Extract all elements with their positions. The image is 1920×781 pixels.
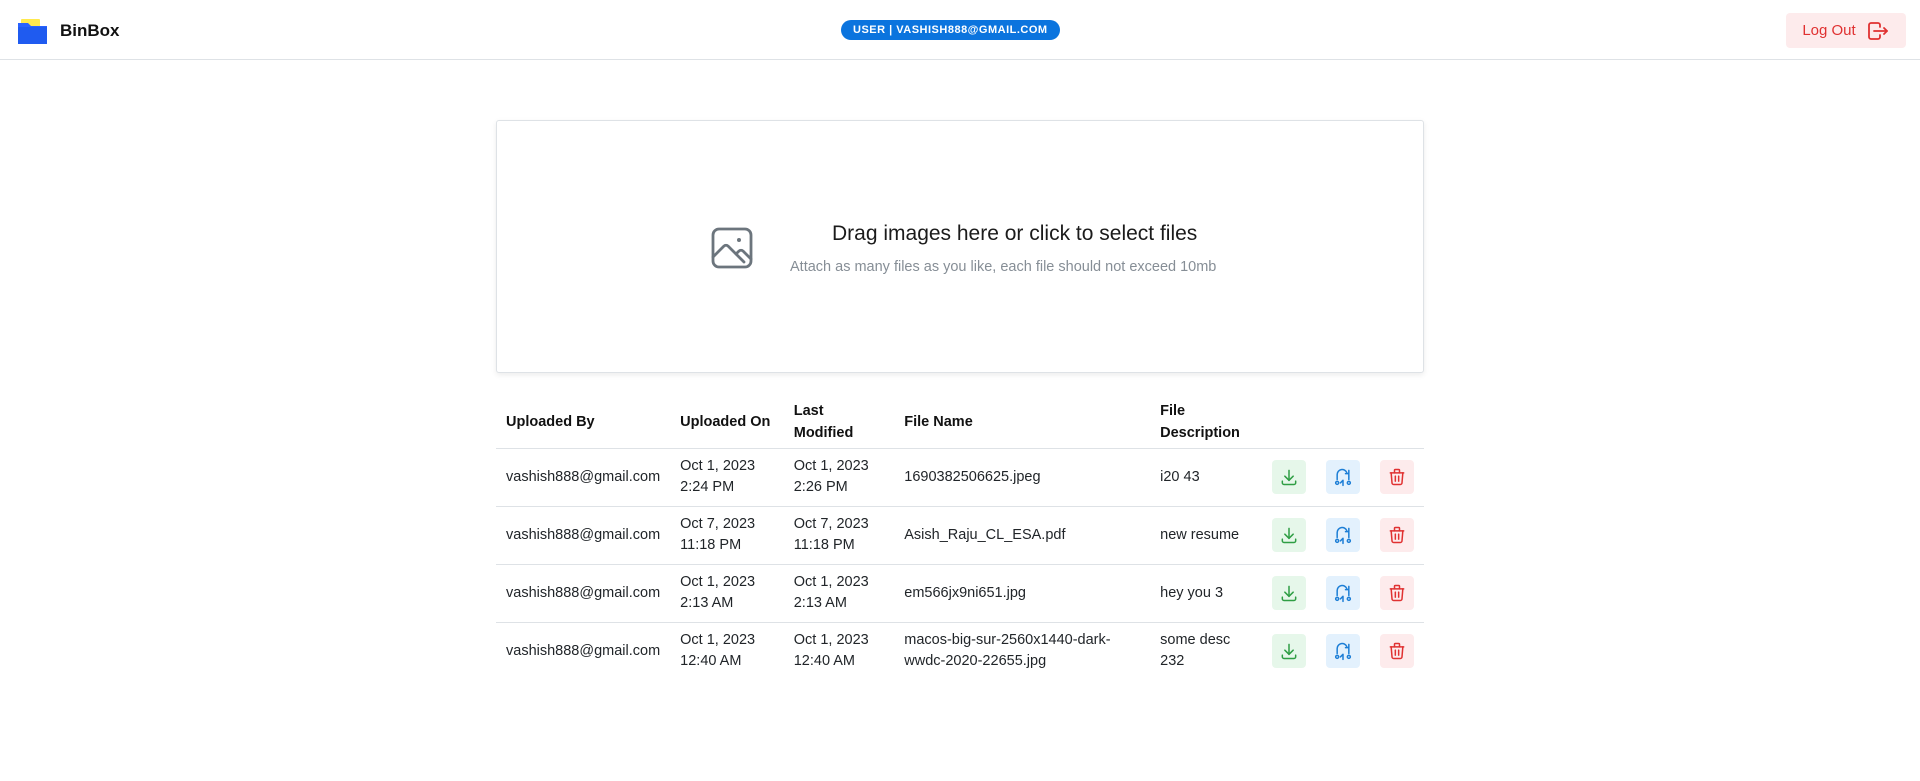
cell-file-name: macos-big-sur-2560x1440-dark-wwdc-2020-2…: [904, 632, 1111, 670]
delete-button[interactable]: [1379, 460, 1414, 494]
top-header: BinBox USER | VASHISH888@GMAIL.COM Log O…: [0, 0, 1920, 60]
col-uploaded-on: Uploaded On: [670, 396, 784, 449]
user-badge: USER | VASHISH888@GMAIL.COM: [841, 20, 1060, 40]
cell-description: some desc 232: [1160, 632, 1231, 670]
cell-uploaded-by: vashish888@gmail.com: [496, 506, 671, 565]
logout-icon: [1867, 21, 1888, 40]
cell-description: i20 43: [1150, 448, 1260, 507]
modified-date: Oct 7, 2023: [793, 516, 869, 532]
modified-date: Oct 1, 2023: [793, 458, 869, 474]
table-row: vashish888@gmail.com Oct 1, 2023 2:13 AM…: [496, 564, 1424, 623]
col-file-description: File Description: [1150, 396, 1260, 449]
cell-uploaded-on: Oct 1, 2023 2:24 PM: [670, 448, 784, 507]
cell-file-name: 1690382506625.jpeg: [894, 448, 1151, 507]
download-button[interactable]: [1271, 576, 1306, 610]
download-icon: [1281, 585, 1297, 602]
cell-uploaded-by: vashish888@gmail.com: [496, 564, 671, 623]
trash-icon: [1389, 526, 1405, 544]
modified-date: Oct 1, 2023: [793, 574, 869, 590]
app-name: BinBox: [60, 21, 120, 40]
modified-time: 11:18 PM: [793, 537, 855, 553]
cell-uploaded-by: vashish888@gmail.com: [506, 642, 661, 659]
uploaded-on-time: 11:18 PM: [680, 537, 742, 553]
col-last-modified: Last Modified: [783, 396, 895, 449]
uploaded-on-time: 2:24 PM: [680, 479, 735, 495]
file-dropzone[interactable]: Drag images here or click to select file…: [496, 120, 1424, 373]
replace-button[interactable]: [1325, 460, 1360, 494]
download-icon: [1281, 469, 1297, 486]
cell-last-modified: Oct 1, 2023 2:13 AM: [783, 564, 895, 623]
table-row: vashish888@gmail.com Oct 1, 2023 12:40 A…: [496, 622, 1424, 680]
brand[interactable]: BinBox: [18, 18, 120, 44]
modified-date: Oct 1, 2023: [793, 632, 869, 649]
logout-label: Log Out: [1802, 22, 1856, 39]
cell-last-modified: Oct 7, 2023 11:18 PM: [783, 506, 895, 565]
replace-icon: [1334, 643, 1352, 661]
table-header-row: Uploaded By Uploaded On Last Modified Fi…: [496, 396, 1424, 449]
download-button[interactable]: [1271, 634, 1306, 669]
download-button[interactable]: [1271, 460, 1306, 494]
cell-uploaded-on: Oct 1, 2023 12:40 AM: [670, 622, 784, 680]
cell-actions: [1259, 564, 1424, 623]
cell-last-modified: Oct 1, 2023 2:26 PM: [783, 448, 895, 507]
replace-button[interactable]: [1325, 576, 1360, 610]
col-actions: [1259, 396, 1424, 449]
delete-button[interactable]: [1379, 634, 1414, 669]
delete-button[interactable]: [1379, 576, 1414, 610]
download-button[interactable]: [1271, 518, 1306, 552]
cell-uploaded-by: vashish888@gmail.com: [496, 448, 671, 507]
dropzone-subtitle: Attach as many files as you like, each f…: [790, 259, 1217, 275]
cell-file-name: em566jx9ni651.jpg: [894, 564, 1151, 623]
replace-button[interactable]: [1325, 634, 1360, 669]
download-icon: [1281, 527, 1297, 544]
cell-actions: [1259, 448, 1424, 507]
folder-logo-icon: [18, 19, 47, 44]
replace-icon: [1334, 584, 1352, 603]
uploaded-on-date: Oct 1, 2023: [680, 458, 756, 474]
replace-icon: [1334, 468, 1352, 487]
cell-actions: [1259, 506, 1424, 565]
cell-last-modified: Oct 1, 2023 12:40 AM: [784, 622, 895, 680]
uploaded-on-date: Oct 7, 2023: [680, 516, 756, 532]
uploaded-on-date: Oct 1, 2023: [680, 632, 756, 649]
cell-description: hey you 3: [1150, 564, 1260, 623]
replace-icon: [1334, 526, 1352, 545]
col-uploaded-by: Uploaded By: [496, 396, 671, 449]
uploaded-on-date: Oct 1, 2023: [680, 574, 756, 590]
replace-button[interactable]: [1325, 518, 1360, 552]
modified-time: 12:40 AM: [793, 653, 855, 670]
dropzone-title: Drag images here or click to select file…: [832, 222, 1198, 245]
uploaded-on-time: 2:13 AM: [680, 595, 734, 611]
image-icon: [711, 227, 753, 269]
cell-description: new resume: [1150, 506, 1260, 565]
col-file-name: File Name: [894, 396, 1151, 449]
modified-time: 2:26 PM: [793, 479, 848, 495]
cell-actions: [1260, 622, 1424, 680]
files-table: Uploaded By Uploaded On Last Modified Fi…: [496, 396, 1424, 680]
trash-icon: [1389, 468, 1405, 486]
table-row: vashish888@gmail.com Oct 1, 2023 2:24 PM…: [496, 448, 1424, 507]
logout-button[interactable]: Log Out: [1786, 13, 1906, 48]
cell-uploaded-on: Oct 7, 2023 11:18 PM: [670, 506, 784, 565]
trash-icon: [1389, 584, 1405, 602]
trash-icon: [1389, 643, 1405, 660]
cell-file-name: Asish_Raju_CL_ESA.pdf: [894, 506, 1151, 565]
cell-uploaded-on: Oct 1, 2023 2:13 AM: [670, 564, 784, 623]
download-icon: [1281, 643, 1297, 660]
modified-time: 2:13 AM: [793, 595, 847, 611]
table-row: vashish888@gmail.com Oct 7, 2023 11:18 P…: [496, 506, 1424, 565]
uploaded-on-time: 12:40 AM: [680, 653, 742, 670]
delete-button[interactable]: [1379, 518, 1414, 552]
